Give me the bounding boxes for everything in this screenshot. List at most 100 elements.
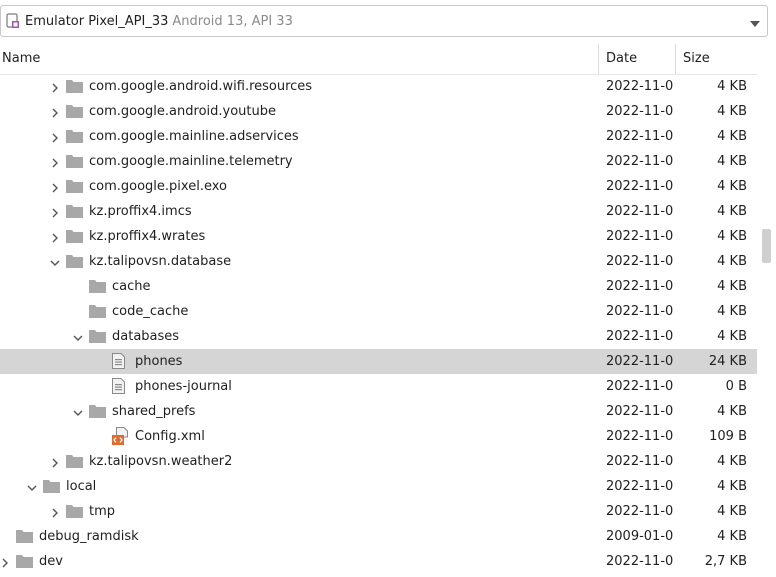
file-tree: com.google.android.wifi.resources 2022-11… [0, 74, 757, 577]
folder-icon [66, 454, 83, 472]
column-divider[interactable] [675, 44, 676, 74]
item-date: 2022-11-0 [606, 554, 674, 569]
tree-row-folder[interactable]: shared_prefs 2022-11-0 4 KB [0, 399, 757, 424]
tree-row-file[interactable]: Config.xml 2022-11-0 109 B [0, 424, 757, 449]
tree-row-folder[interactable]: kz.talipovsn.weather2 2022-11-0 4 KB [0, 449, 757, 474]
item-size: 4 KB [717, 204, 747, 219]
chevron-right-icon[interactable] [50, 207, 60, 218]
item-date: 2022-11-0 [606, 454, 674, 469]
chevron-right-icon[interactable] [50, 507, 60, 518]
xml-file-icon [112, 427, 130, 449]
tree-row-folder[interactable]: com.google.mainline.adservices 2022-11-0 4… [0, 124, 757, 149]
item-date: 2022-11-0 [606, 479, 674, 494]
item-size: 24 KB [708, 354, 747, 369]
item-date: 2022-11-0 [606, 129, 674, 144]
tree-row-folder[interactable]: cache 2022-11-0 4 KB [0, 274, 757, 299]
tree-row-folder[interactable]: com.google.android.wifi.resources 2022-11… [0, 74, 757, 99]
tree-row-folder[interactable]: kz.talipovsn.database 2022-11-0 4 KB [0, 249, 757, 274]
item-size: 4 KB [717, 454, 747, 469]
tree-row-folder[interactable]: databases 2022-11-0 4 KB [0, 324, 757, 349]
item-name: shared_prefs [112, 404, 196, 419]
folder-icon [66, 504, 83, 522]
item-name: com.google.android.wifi.resources [89, 79, 313, 94]
device-detail: Android 13, API 33 [172, 14, 293, 29]
chevron-right-icon[interactable] [50, 132, 60, 143]
item-date: 2022-11-0 [606, 154, 674, 169]
item-size: 4 KB [717, 329, 747, 344]
tree-row-folder[interactable]: com.google.android.youtube 2022-11-0 4 KB [0, 99, 757, 124]
chevron-right-icon[interactable] [50, 82, 60, 93]
item-date: 2022-11-0 [606, 79, 674, 94]
chevron-down-icon[interactable] [749, 17, 761, 32]
tree-row-file[interactable]: phones-journal 2022-11-0 0 B [0, 374, 757, 399]
item-name: com.google.mainline.telemetry [89, 154, 293, 169]
item-size: 4 KB [717, 154, 747, 169]
item-date: 2022-11-0 [606, 404, 674, 419]
device-selector[interactable]: Emulator Pixel_API_33 Android 13, API 33 [0, 5, 768, 37]
chevron-down-icon[interactable] [73, 332, 83, 342]
file-icon [112, 378, 125, 398]
item-size: 4 KB [717, 479, 747, 494]
chevron-down-icon[interactable] [27, 482, 37, 492]
item-size: 2,7 KB [704, 554, 747, 569]
item-date: 2022-11-0 [606, 329, 674, 344]
item-name: phones [135, 354, 183, 369]
item-size: 4 KB [717, 279, 747, 294]
item-size: 0 B [725, 379, 747, 394]
item-size: 4 KB [717, 529, 747, 544]
folder-icon [89, 404, 106, 422]
column-divider[interactable] [598, 44, 599, 74]
item-name: debug_ramdisk [39, 529, 139, 544]
chevron-down-icon[interactable] [73, 407, 83, 417]
item-name: com.google.android.youtube [89, 104, 276, 119]
item-name: kz.proffix4.wrates [89, 229, 206, 244]
tree-row-folder[interactable]: com.google.pixel.exo 2022-11-0 4 KB [0, 174, 757, 199]
item-name: phones-journal [135, 379, 232, 394]
item-date: 2022-11-0 [606, 379, 674, 394]
item-name: kz.talipovsn.weather2 [89, 454, 233, 469]
chevron-down-icon[interactable] [50, 257, 60, 267]
folder-icon [66, 79, 83, 97]
tree-row-folder[interactable]: kz.proffix4.wrates 2022-11-0 4 KB [0, 224, 757, 249]
column-header-name[interactable]: Name [2, 44, 40, 74]
item-name: com.google.mainline.adservices [89, 129, 299, 144]
item-date: 2022-11-0 [606, 254, 674, 269]
chevron-right-icon[interactable] [50, 182, 60, 193]
item-size: 4 KB [717, 504, 747, 519]
column-header-size[interactable]: Size [683, 44, 710, 74]
tree-row-folder[interactable]: tmp 2022-11-0 4 KB [0, 499, 757, 524]
tree-row-folder[interactable]: local 2022-11-0 4 KB [0, 474, 757, 499]
item-size: 4 KB [717, 404, 747, 419]
item-date: 2022-11-0 [606, 504, 674, 519]
chevron-right-icon[interactable] [50, 157, 60, 168]
item-date: 2022-11-0 [606, 429, 674, 444]
tree-row-file[interactable]: phones 2022-11-0 24 KB [0, 349, 757, 374]
folder-icon [66, 154, 83, 172]
item-name: com.google.pixel.exo [89, 179, 227, 194]
folder-icon [16, 529, 33, 547]
item-size: 4 KB [717, 104, 747, 119]
column-header-date[interactable]: Date [606, 44, 637, 74]
item-date: 2022-11-0 [606, 104, 674, 119]
chevron-right-icon[interactable] [0, 557, 10, 568]
chevron-right-icon[interactable] [50, 457, 60, 468]
tree-row-folder[interactable]: dev 2022-11-0 2,7 KB [0, 549, 757, 574]
item-name: local [66, 479, 97, 494]
tree-row-folder[interactable]: debug_ramdisk 2009-01-0 4 KB [0, 524, 757, 549]
tree-row-folder[interactable]: com.google.mainline.telemetry 2022-11-0 4 … [0, 149, 757, 174]
tree-row-folder[interactable]: kz.proffix4.imcs 2022-11-0 4 KB [0, 199, 757, 224]
scrollbar-thumb[interactable] [762, 229, 771, 263]
device-label: Emulator Pixel_API_33 Android 13, API 33 [25, 14, 293, 29]
folder-icon [89, 304, 106, 322]
chevron-right-icon[interactable] [50, 232, 60, 243]
chevron-right-icon[interactable] [50, 107, 60, 118]
vertical-scrollbar[interactable] [757, 74, 776, 577]
item-size: 4 KB [717, 179, 747, 194]
file-icon [112, 353, 125, 373]
item-name: code_cache [112, 304, 189, 319]
item-name: tmp [89, 504, 116, 519]
folder-icon [66, 229, 83, 247]
item-name: Config.xml [135, 429, 205, 444]
tree-row-folder[interactable]: code_cache 2022-11-0 4 KB [0, 299, 757, 324]
emulator-device-icon [6, 13, 20, 29]
